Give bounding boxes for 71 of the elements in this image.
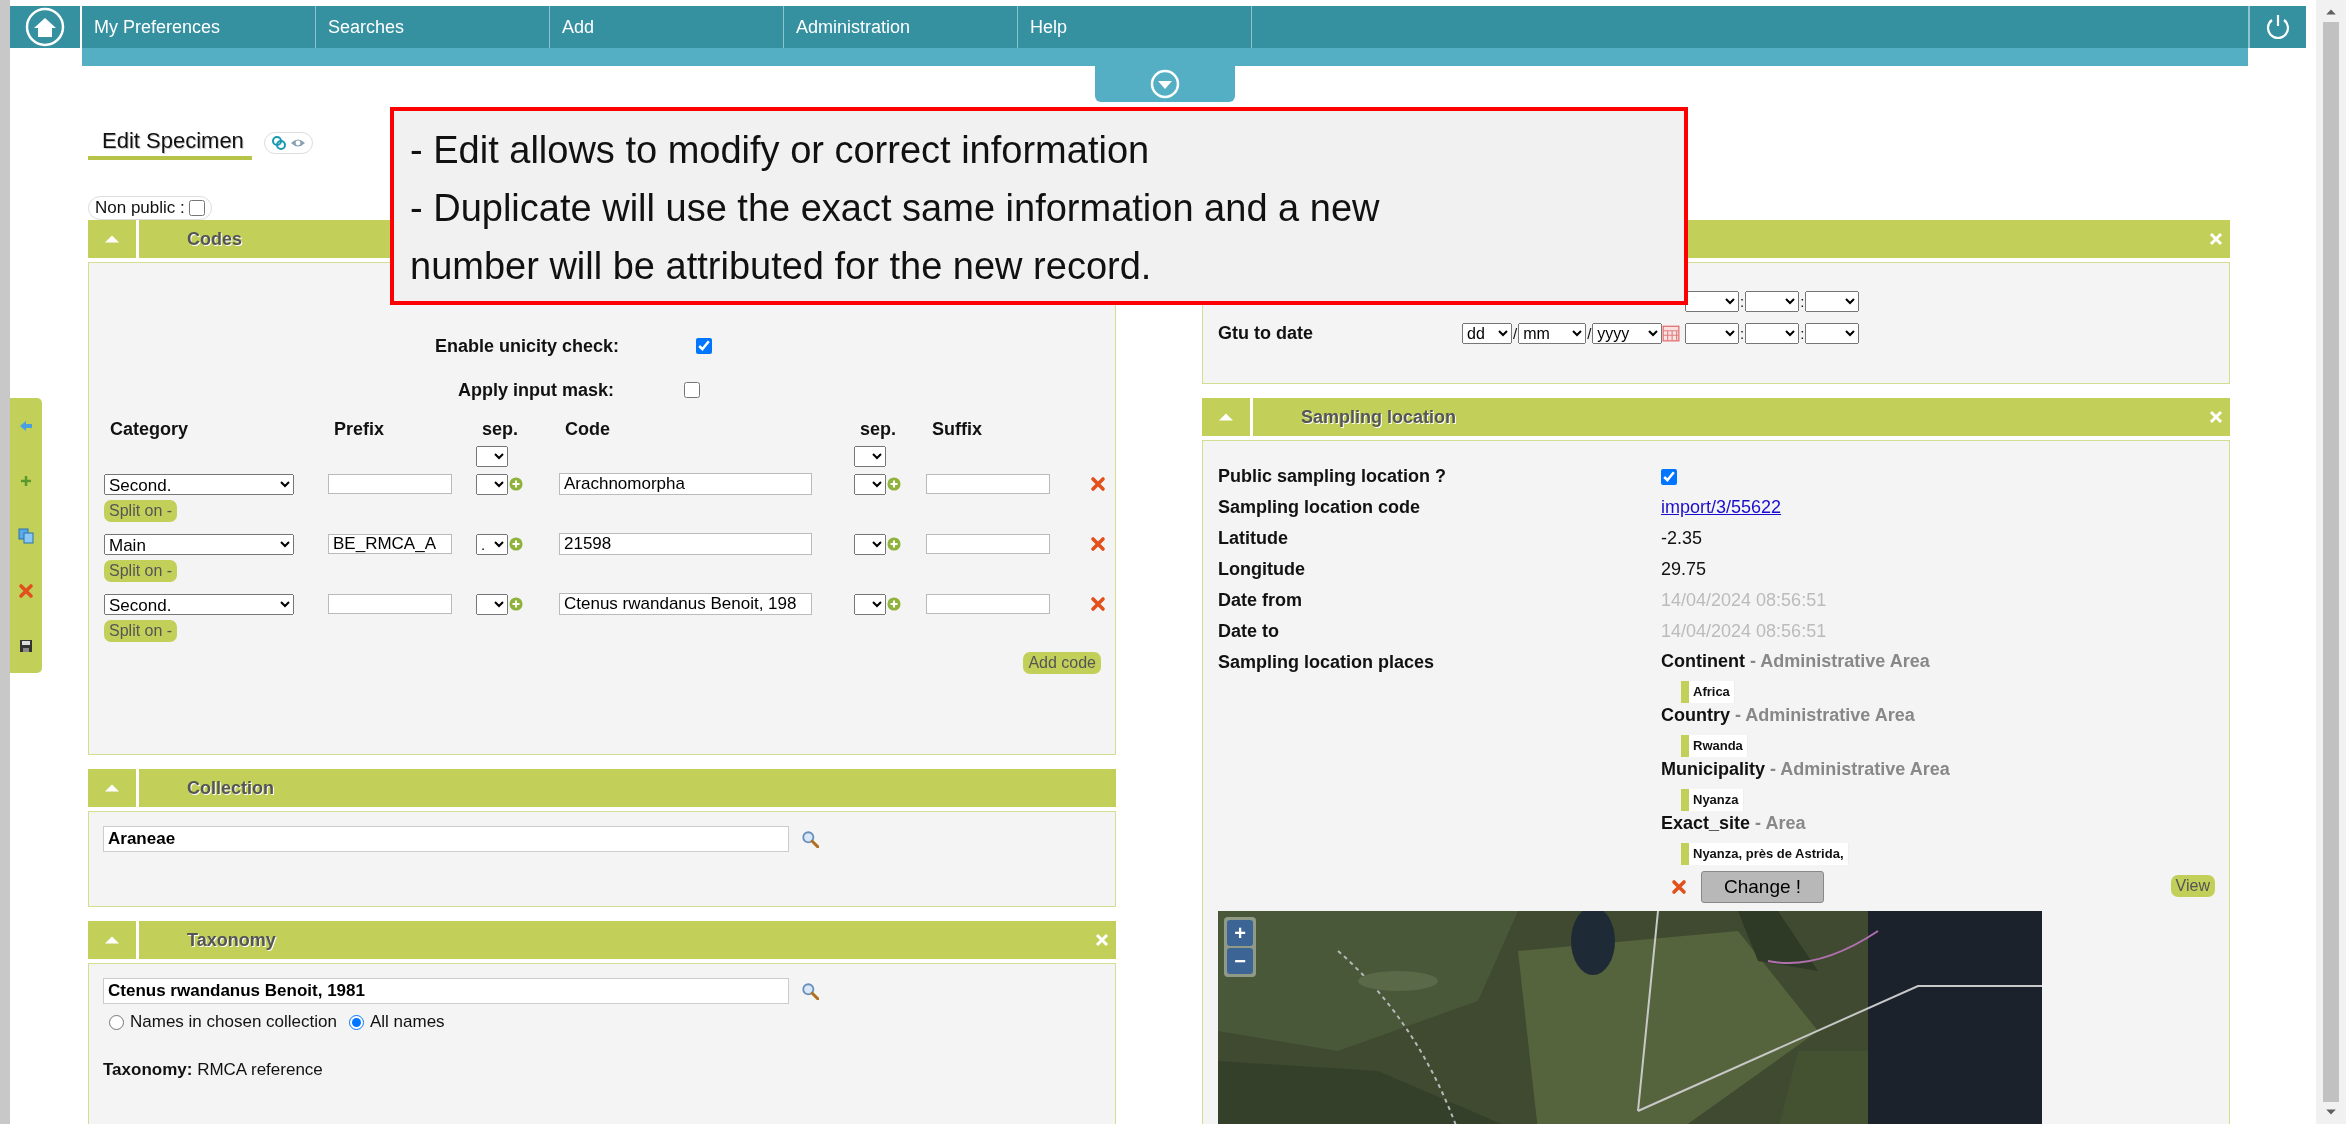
field-label: Public sampling location ? bbox=[1218, 465, 1448, 488]
place-tag: Africa bbox=[1681, 681, 1735, 703]
column-header: Prefix bbox=[333, 419, 386, 440]
code-field[interactable]: Ctenus rwandanus Benoit, 198 bbox=[559, 593, 812, 615]
panel-title: Taxonomy bbox=[186, 929, 277, 951]
change-button[interactable]: Change ! bbox=[1701, 871, 1825, 903]
place-type: Municipality bbox=[1661, 759, 1765, 779]
place-type: Continent bbox=[1661, 651, 1745, 671]
zoom-out-button[interactable]: − bbox=[1227, 948, 1253, 974]
taxonomy-text: Taxonomy: RMCA reference bbox=[103, 1060, 324, 1080]
place-type: Country bbox=[1661, 705, 1730, 725]
split-button[interactable]: Split on - bbox=[104, 620, 178, 642]
column-header: Category bbox=[109, 419, 190, 440]
page-title: Edit Specimen bbox=[88, 126, 252, 160]
split-button[interactable]: Split on - bbox=[104, 560, 178, 582]
field-label: Date from bbox=[1218, 589, 1303, 612]
place-category: - Area bbox=[1755, 813, 1806, 833]
time-separator: : bbox=[1739, 292, 1746, 310]
field-label: Sampling location code bbox=[1218, 496, 1422, 519]
callout-text: - Duplicate will use the exact same information and a new number will be attributed for the new record. bbox=[410, 186, 1381, 289]
taxon-field[interactable]: Ctenus rwandanus Benoit, 1981 bbox=[103, 978, 789, 1004]
radio-label: Names in chosen collection bbox=[130, 1012, 337, 1032]
code-field[interactable]: Arachnomorpha bbox=[559, 473, 812, 495]
panel-title: Codes bbox=[186, 228, 243, 250]
date-separator: / bbox=[1586, 324, 1593, 342]
place-category: - Administrative Area bbox=[1770, 759, 1950, 779]
prefix-field[interactable]: BE_RMCA_A bbox=[328, 534, 452, 554]
non-public-label: Non public : bbox=[95, 198, 185, 218]
date-separator: / bbox=[1512, 324, 1519, 342]
field-value: 29.75 bbox=[1661, 558, 1707, 581]
time-separator: : bbox=[1799, 324, 1806, 342]
field-label: Date to bbox=[1218, 620, 1280, 643]
time-separator: : bbox=[1739, 324, 1746, 342]
category-select[interactable]: Second. bbox=[104, 593, 294, 615]
field-label: Latitude bbox=[1218, 527, 1289, 550]
place-category: - Administrative Area bbox=[1735, 705, 1915, 725]
field-value: -2.35 bbox=[1661, 527, 1703, 550]
day-select[interactable]: dd bbox=[1462, 322, 1512, 344]
place-category: - Administrative Area bbox=[1750, 651, 1930, 671]
category-select[interactable]: Main bbox=[104, 533, 294, 555]
place-tag: Nyanza bbox=[1681, 789, 1744, 811]
radio-label: All names bbox=[369, 1012, 445, 1032]
split-button[interactable]: Split on - bbox=[104, 500, 178, 522]
option-label: Apply input mask: bbox=[457, 379, 614, 401]
place-tag: Rwanda bbox=[1681, 735, 1748, 757]
place-type: Exact_site bbox=[1661, 813, 1751, 833]
option-label: Enable unicity check: bbox=[433, 335, 619, 357]
column-header: sep. bbox=[481, 419, 520, 440]
field-label: Gtu to date bbox=[1218, 322, 1314, 344]
callout-text: - Edit allows to modify or correct information bbox=[410, 128, 1151, 173]
zoom-in-button[interactable]: + bbox=[1227, 920, 1253, 946]
month-select[interactable]: mm bbox=[1518, 322, 1587, 344]
panel-title: Sampling location bbox=[1300, 406, 1457, 428]
panel-title: Collection bbox=[186, 777, 275, 799]
field-label: Longitude bbox=[1218, 558, 1306, 581]
column-header: sep. bbox=[859, 419, 898, 440]
column-header: Code bbox=[564, 419, 611, 440]
add-code-button[interactable]: Add code bbox=[1023, 652, 1101, 674]
view-button[interactable]: View bbox=[2170, 875, 2215, 897]
column-header: Suffix bbox=[931, 419, 983, 440]
field-value: 14/04/2024 08:56:51 bbox=[1661, 620, 1827, 643]
category-select[interactable]: Second. bbox=[104, 473, 294, 495]
separator-select[interactable]: . bbox=[476, 533, 508, 555]
year-select[interactable]: yyyy bbox=[1592, 322, 1663, 344]
location-code-link[interactable]: import/3/55622 bbox=[1661, 492, 1782, 523]
field-value: 14/04/2024 08:56:51 bbox=[1661, 589, 1827, 612]
place-tag: Nyanza, près de Astrida, bbox=[1681, 843, 1849, 865]
collection-field[interactable]: Araneae bbox=[103, 826, 789, 852]
field-label: Sampling location places bbox=[1218, 651, 1436, 674]
code-field[interactable]: 21598 bbox=[559, 533, 812, 555]
time-separator: : bbox=[1799, 292, 1806, 310]
